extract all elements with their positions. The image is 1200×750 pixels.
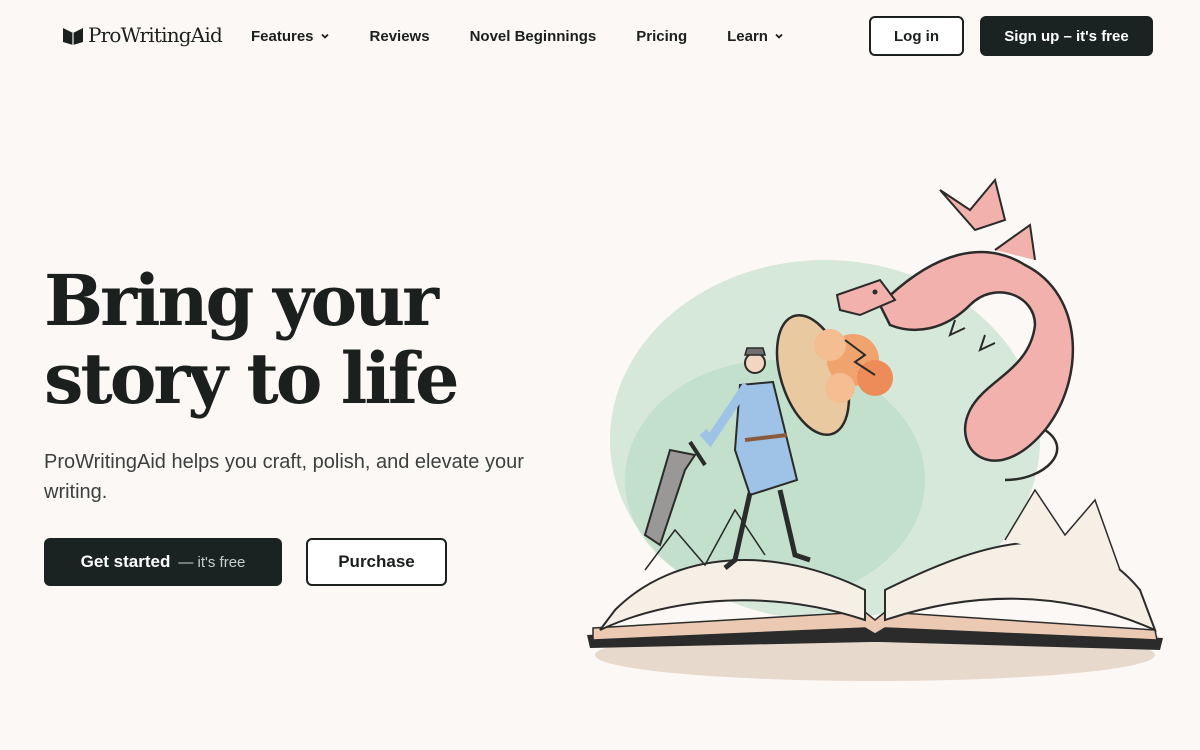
logo-book-icon <box>63 28 83 45</box>
nav-novel-beginnings[interactable]: Novel Beginnings <box>470 28 597 45</box>
nav-reviews-label: Reviews <box>369 27 430 45</box>
purchase-button[interactable]: Purchase <box>306 538 447 586</box>
hero-headline-line1: Bring your <box>44 259 439 342</box>
chevron-down-icon <box>775 33 783 39</box>
book-knight-dragon-illustration <box>587 177 1163 681</box>
nav-features[interactable]: Features <box>251 28 330 45</box>
hero-headline-line2: story to life <box>44 337 460 420</box>
get-started-label: Get started <box>80 552 171 571</box>
hero-headline: Bring your story to life <box>44 262 564 418</box>
logo[interactable]: ProWritingAid <box>62 22 223 48</box>
nav-learn[interactable]: Learn <box>727 28 784 45</box>
get-started-button[interactable]: Get started — it's free <box>44 538 282 586</box>
chevron-down-icon <box>320 33 329 39</box>
nav-pricing[interactable]: Pricing <box>636 28 687 45</box>
nav-reviews[interactable]: Reviews <box>370 28 430 45</box>
nav-novel-beginnings-label: Novel Beginnings <box>469 27 597 45</box>
top-navigation: ProWritingAid Features Reviews Novel Beg… <box>0 0 1200 72</box>
nav-learn-label: Learn <box>727 27 768 45</box>
login-button[interactable]: Log in <box>869 16 964 56</box>
nav-features-label: Features <box>251 27 314 45</box>
signup-button[interactable]: Sign up – it's free <box>980 16 1153 56</box>
main-menu: Features Reviews Novel Beginnings Pricin… <box>251 26 784 46</box>
nav-pricing-label: Pricing <box>636 27 688 45</box>
logo-text: ProWritingAid <box>88 23 223 47</box>
get-started-suffix: — it's free <box>178 553 246 571</box>
hero-subtext: ProWritingAid helps you craft, polish, a… <box>44 451 524 503</box>
